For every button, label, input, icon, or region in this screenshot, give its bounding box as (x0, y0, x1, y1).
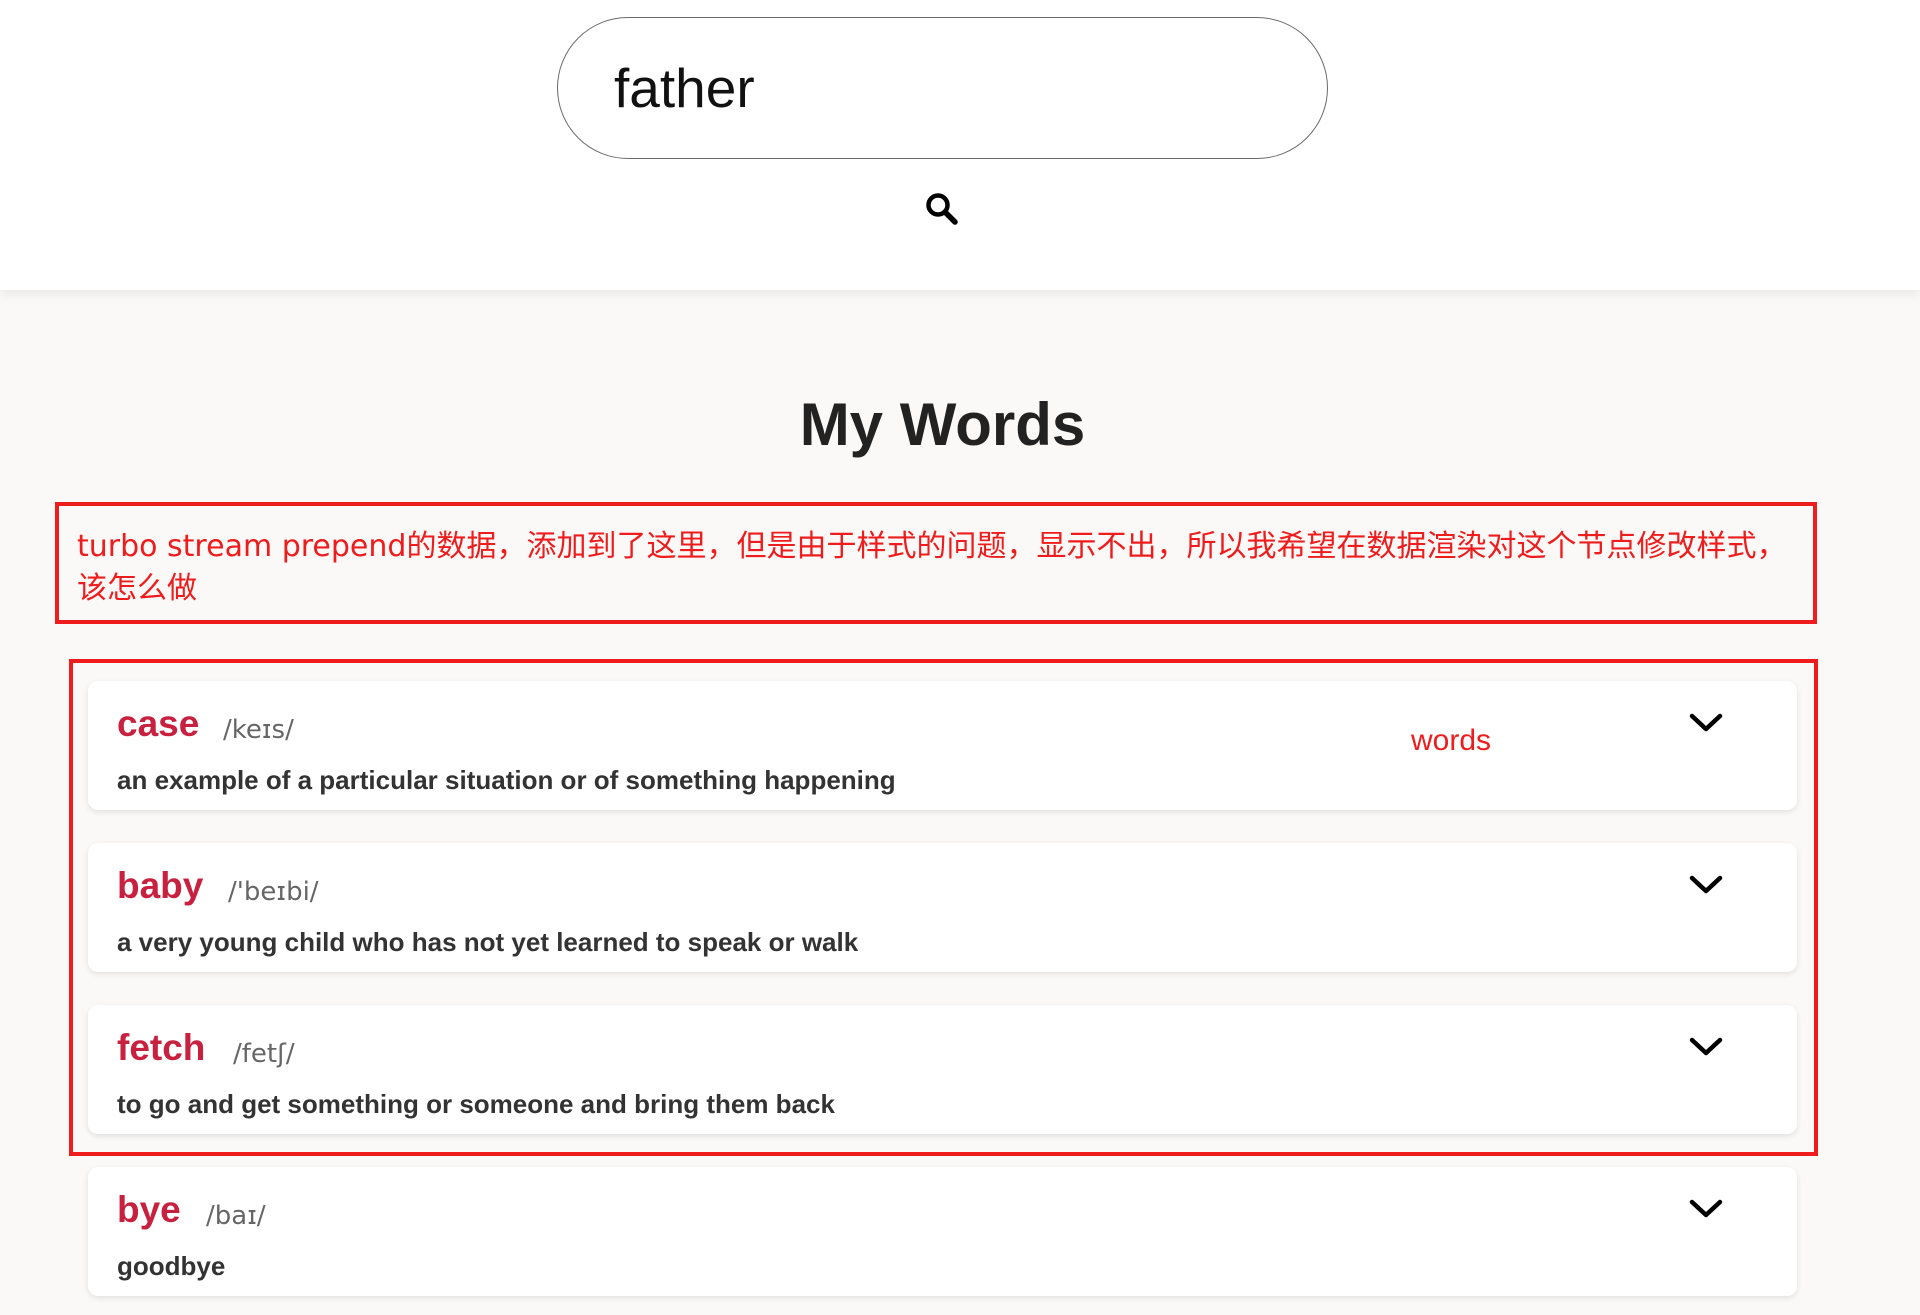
word-title: bye (117, 1189, 181, 1230)
word-title: baby (117, 865, 204, 906)
word-card[interactable]: bye /baɪ/ goodbye (88, 1167, 1797, 1296)
word-card[interactable]: case /keɪs/ an example of a particular s… (88, 681, 1797, 810)
search-button[interactable] (924, 191, 960, 227)
word-card[interactable]: baby /'beɪbi/ a very young child who has… (88, 843, 1797, 972)
chevron-down-icon[interactable] (1688, 1197, 1724, 1221)
page-title: My Words (799, 391, 1086, 458)
word-definition: to go and get something or someone and b… (117, 1089, 835, 1119)
word-definition: an example of a particular situation or … (117, 765, 896, 795)
word-phonetic: /keɪs/ (223, 715, 294, 745)
search-box[interactable] (557, 17, 1328, 159)
chevron-down-icon[interactable] (1688, 1035, 1724, 1059)
word-definition: a very young child who has not yet learn… (117, 927, 859, 957)
chevron-down-icon[interactable] (1688, 711, 1724, 735)
word-title: case (117, 703, 200, 744)
word-phonetic: /'beɪbi/ (228, 877, 319, 907)
word-phonetic: /baɪ/ (206, 1201, 266, 1231)
annotation-words-label: words (1411, 724, 1492, 757)
chevron-down-icon[interactable] (1688, 873, 1724, 897)
word-card[interactable]: fetch /fetʃ/ to go and get something or … (88, 1005, 1797, 1134)
annotation-note-box: turbo stream prepend的数据，添加到了这里，但是由于样式的问题… (55, 502, 1817, 624)
search-header (0, 0, 1920, 290)
search-input[interactable] (614, 18, 1274, 157)
word-definition: goodbye (117, 1251, 226, 1281)
word-phonetic: /fetʃ/ (233, 1039, 295, 1069)
search-icon (926, 193, 958, 225)
word-title: fetch (117, 1027, 206, 1068)
annotation-note-text: turbo stream prepend的数据，添加到了这里，但是由于样式的问题… (77, 529, 1787, 606)
